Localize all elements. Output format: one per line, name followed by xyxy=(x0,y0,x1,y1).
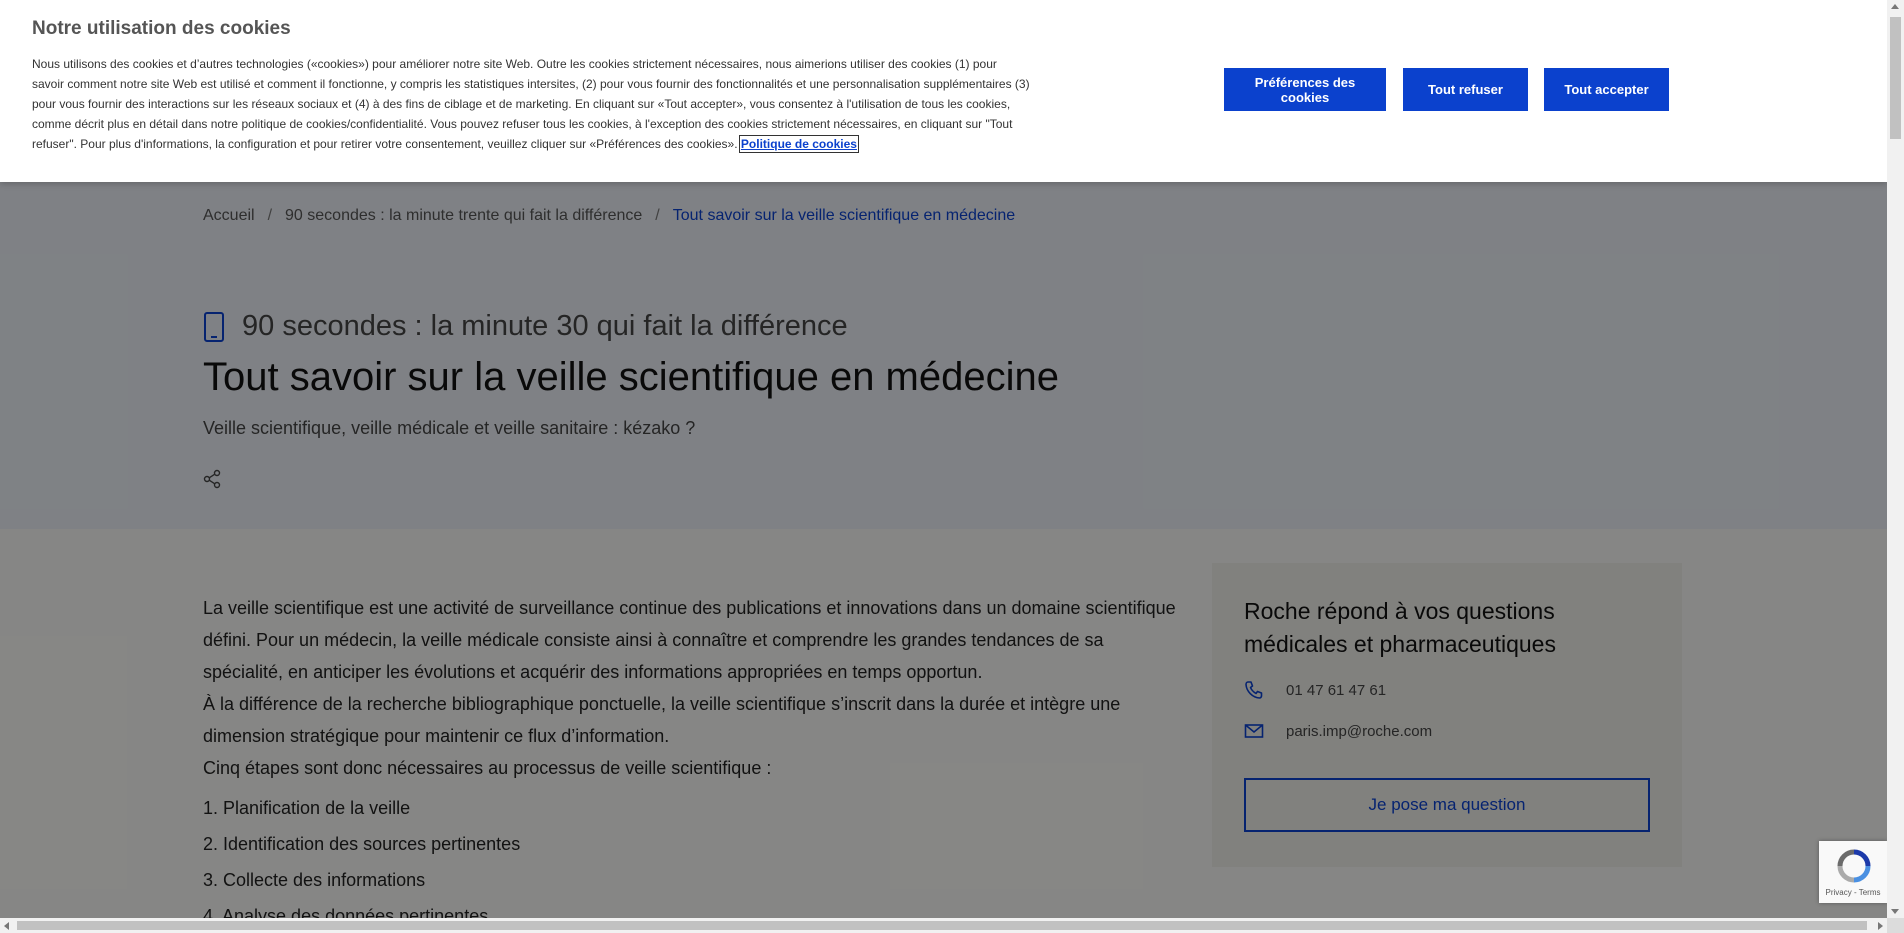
accept-all-button[interactable]: Tout accepter xyxy=(1544,68,1669,111)
scroll-down-arrow-icon[interactable] xyxy=(1891,909,1899,914)
scrollbar-corner xyxy=(1887,918,1904,933)
recaptcha-icon xyxy=(1837,849,1871,883)
reject-all-button[interactable]: Tout refuser xyxy=(1403,68,1528,111)
cookie-banner-title: Notre utilisation des cookies xyxy=(32,18,291,39)
scroll-up-arrow-icon[interactable] xyxy=(1891,4,1899,9)
cookie-banner-description: Nous utilisons des cookies et d’autres t… xyxy=(32,57,1030,151)
cookie-preferences-button[interactable]: Préférences des cookies xyxy=(1224,68,1386,111)
scroll-left-arrow-icon[interactable] xyxy=(4,922,9,930)
scroll-right-arrow-icon[interactable] xyxy=(1878,922,1883,930)
vertical-scrollbar[interactable] xyxy=(1887,0,1904,918)
vertical-scroll-thumb[interactable] xyxy=(1890,17,1901,139)
cookie-banner-text: Nous utilisons des cookies et d’autres t… xyxy=(32,54,1032,154)
horizontal-scrollbar[interactable] xyxy=(0,918,1887,933)
horizontal-scroll-thumb[interactable] xyxy=(17,921,1867,930)
recaptcha-badge[interactable]: Privacy - Terms xyxy=(1819,841,1887,903)
recaptcha-links[interactable]: Privacy - Terms xyxy=(1819,888,1887,897)
cookie-banner: Notre utilisation des cookies Nous utili… xyxy=(0,0,1887,182)
cookie-policy-link[interactable]: Politique de cookies xyxy=(738,135,859,153)
